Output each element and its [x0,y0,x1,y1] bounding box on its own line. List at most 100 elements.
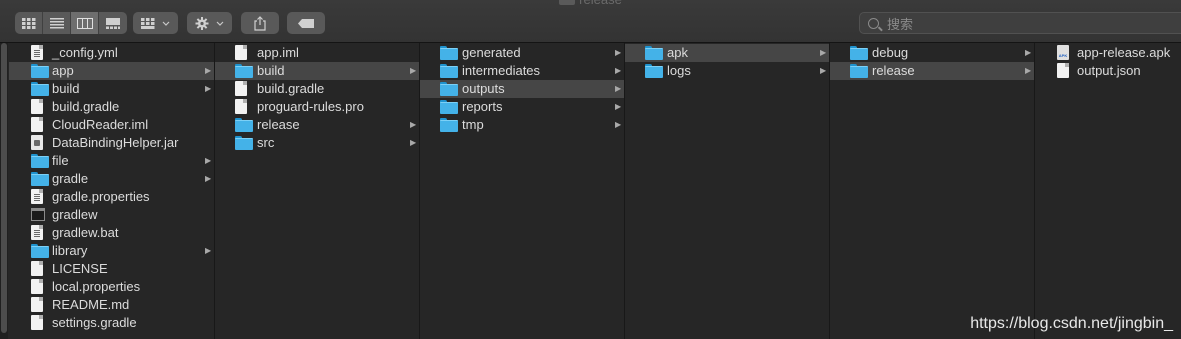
document-icon [31,279,43,294]
text-document-icon [31,225,43,240]
list-view-icon [49,17,64,28]
document-icon [31,315,43,330]
list-item[interactable]: release ▶ [215,116,419,134]
list-item[interactable]: outputs ▶ [420,80,624,98]
watermark: https://blog.csdn.net/jingbin_ [970,315,1173,332]
list-item[interactable]: _config.yml [9,44,214,62]
document-icon [31,261,43,276]
list-item[interactable]: README.md [9,296,214,314]
list-item[interactable]: build.gradle [9,98,214,116]
list-item[interactable]: build.gradle [215,80,419,98]
chevron-right-icon: ▶ [1025,48,1032,57]
list-item[interactable]: local.properties [9,278,214,296]
chevron-right-icon: ▶ [205,174,212,183]
chevron-right-icon: ▶ [615,102,622,111]
folder-icon [235,118,253,132]
list-item-label: build [52,81,80,96]
list-item[interactable]: gradle ▶ [9,170,214,188]
column-1: _config.yml app ▶ build ▶ build.gradle CloudRe… [9,43,215,339]
folder-icon [235,136,253,150]
list-item[interactable]: apk ▶ [625,44,829,62]
share-button[interactable] [241,12,279,34]
list-view-button[interactable] [43,12,71,34]
list-item-label: proguard-rules.pro [257,99,364,114]
list-item[interactable]: settings.gradle [9,314,214,332]
chevron-right-icon: ▶ [615,84,622,93]
action-menu-button[interactable] [187,12,232,34]
folder-icon [235,64,253,78]
folder-icon [31,154,49,168]
list-item[interactable]: tmp ▶ [420,116,624,134]
list-item-label: LICENSE [52,261,108,276]
toolbar: release 搜索 [0,0,1181,43]
folder-icon [645,46,663,60]
group-by-button[interactable] [133,12,178,34]
window-title: release [0,0,1181,7]
chevron-right-icon: ▶ [205,84,212,93]
list-item[interactable]: build ▶ [215,62,419,80]
list-item-label: gradle [52,171,89,186]
list-item-label: local.properties [52,279,141,294]
list-item[interactable]: gradlew.bat [9,224,214,242]
list-item[interactable]: logs ▶ [625,62,829,80]
folder-icon [31,64,49,78]
apk-file-icon [1057,45,1069,65]
folder-icon [440,46,458,60]
search-field[interactable]: 搜索 [859,12,1181,34]
terminal-icon [31,208,45,221]
document-icon [31,297,43,312]
folder-icon [440,64,458,78]
list-item[interactable]: CloudReader.iml [9,116,214,134]
gallery-view-button[interactable] [99,12,127,34]
list-item[interactable]: release ▶ [830,62,1034,80]
folder-icon [31,244,49,258]
search-icon [868,17,879,29]
list-item-label: reports [462,99,503,114]
tag-button[interactable] [287,12,325,34]
chevron-right-icon: ▶ [820,66,827,75]
document-icon [31,99,43,114]
document-icon [31,117,43,132]
chevron-right-icon: ▶ [615,120,622,129]
chevron-right-icon: ▶ [1025,66,1032,75]
list-item-label: DataBindingHelper.jar [52,135,179,150]
column-view-button[interactable] [71,12,99,34]
list-item[interactable]: app ▶ [9,62,214,80]
list-item[interactable]: src ▶ [215,134,419,152]
list-item-label: file [52,153,69,168]
sidebar-scrollbar[interactable] [0,43,8,339]
icon-view-icon [21,17,35,29]
list-item[interactable]: reports ▶ [420,98,624,116]
list-item[interactable]: debug ▶ [830,44,1034,62]
tag-icon [298,18,314,28]
folder-icon [440,118,458,132]
list-item[interactable]: generated ▶ [420,44,624,62]
list-item[interactable]: gradlew [9,206,214,224]
list-item[interactable]: app-release.apk [1035,44,1180,65]
list-item-label: outputs [462,81,505,96]
list-item-label: release [257,117,300,132]
document-icon [235,99,247,114]
list-item[interactable]: intermediates ▶ [420,62,624,80]
list-item-label: settings.gradle [52,315,137,330]
column-2: app.iml build ▶ build.gradle proguard-rules.… [215,43,420,339]
list-item[interactable]: DataBindingHelper.jar [9,134,214,152]
list-item-label: generated [462,45,521,60]
list-item[interactable]: app.iml [215,44,419,62]
list-item[interactable]: proguard-rules.pro [215,98,419,116]
icon-view-button[interactable] [15,12,43,34]
text-document-icon [31,45,43,60]
list-item[interactable]: file ▶ [9,152,214,170]
folder-icon [440,100,458,114]
list-item[interactable]: build ▶ [9,80,214,98]
list-item-label: release [872,63,915,78]
list-item[interactable]: output.json [1035,62,1180,80]
list-item-label: _config.yml [52,45,118,60]
chevron-right-icon: ▶ [615,66,622,75]
list-item[interactable]: gradle.properties [9,188,214,206]
gallery-view-icon [106,17,120,29]
list-item[interactable]: LICENSE [9,260,214,278]
chevron-right-icon: ▶ [410,120,417,129]
list-item[interactable]: library ▶ [9,242,214,260]
list-item-label: build.gradle [257,81,325,96]
